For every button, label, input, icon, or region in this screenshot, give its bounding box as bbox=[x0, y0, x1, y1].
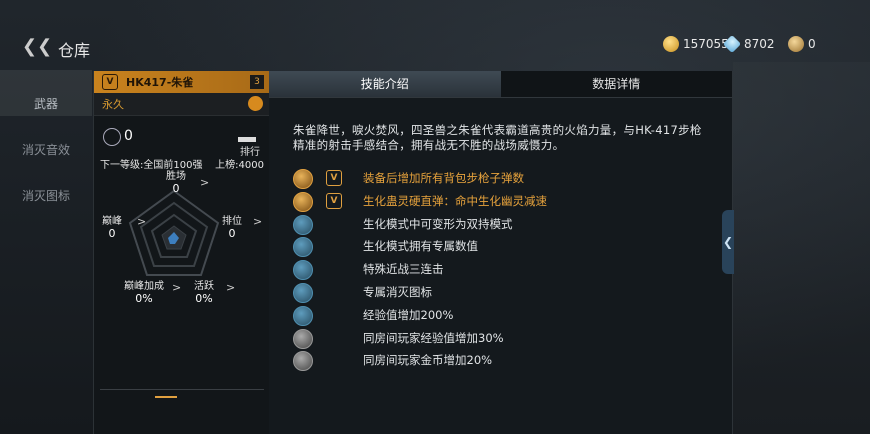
kill-mark-icon bbox=[293, 282, 313, 303]
skill-text: 装备后增加所有背包步枪子弹数 bbox=[363, 171, 524, 185]
exp-icon bbox=[293, 305, 313, 326]
kill-count: 0 bbox=[124, 128, 133, 144]
back-chevron-icon[interactable]: ❮❮ bbox=[22, 36, 52, 57]
fire-emblem-icon bbox=[248, 96, 263, 111]
radar-activity-value: 0% bbox=[195, 292, 213, 305]
ranking-icon[interactable] bbox=[238, 126, 256, 142]
transform-icon bbox=[293, 214, 313, 235]
crosshair-icon bbox=[103, 128, 121, 146]
skill-list: V 装备后增加所有背包步枪子弹数 V 生化蛊灵硬直弹：命中生化幽灵减速 生化模式中可变形… bbox=[293, 167, 723, 372]
skill-item: 专属消灭图标 bbox=[293, 281, 723, 304]
skill-text: 同房间玩家经验值增加30% bbox=[363, 330, 504, 345]
weapon-level: 3 bbox=[250, 75, 264, 89]
skill-text: 专属消灭图标 bbox=[363, 284, 432, 299]
skill-text: 生化模式拥有专属数值 bbox=[363, 239, 478, 254]
radar-chart: 胜场 0 > 巅峰 0 > 排位 0 > 巅峰加成 0% > 活跃 0% > bbox=[100, 169, 264, 319]
weapon-card: V HK417-朱雀 3 永久 0 排行 下一等级:全国前100强 上榜:400… bbox=[93, 71, 270, 434]
radar-ranking[interactable]: 排位 0 bbox=[222, 216, 242, 240]
radar-peak-label: 巅峰 bbox=[102, 216, 122, 227]
melee-icon bbox=[293, 260, 313, 281]
radar-ranking-label: 排位 bbox=[222, 216, 242, 227]
weapon-description: 朱雀降世，唳火焚风，四圣兽之朱雀代表霸道高贵的火焰力量，与HK-417步枪精准的… bbox=[293, 123, 702, 152]
collapse-panel-handle[interactable]: ❮ bbox=[722, 210, 734, 274]
skill-item: 同房间玩家金币增加20% bbox=[293, 349, 723, 372]
radar-peak-bonus-label: 巅峰加成 bbox=[124, 281, 164, 292]
sidebar-item-kill-sound[interactable]: 消灭音效 bbox=[0, 116, 92, 162]
weapon-stats: 0 排行 下一等级:全国前100强 上榜:4000 bbox=[100, 126, 264, 172]
diamond-icon bbox=[722, 34, 742, 54]
duration-row: 永久 bbox=[94, 93, 270, 116]
skill-item: 经验值增加200% bbox=[293, 304, 723, 327]
radar-peak-bonus-value: 0% bbox=[135, 292, 153, 305]
skill-text: 经验值增加200% bbox=[363, 307, 454, 322]
stats-icon bbox=[293, 237, 313, 258]
radar-wins-label: 胜场 bbox=[166, 171, 186, 182]
tab-data[interactable]: 数据详情 bbox=[500, 71, 732, 97]
background-scene bbox=[733, 62, 870, 434]
skill-text: 生化蛊灵硬直弹：命中生化幽灵减速 bbox=[363, 193, 547, 208]
detail-panel: 技能介绍 数据详情 朱雀降世，唳火焚风，四圣兽之朱雀代表霸道高贵的火焰力量，与H… bbox=[269, 71, 733, 434]
tab-bar: 技能介绍 数据详情 bbox=[269, 71, 732, 98]
radar-peak-bonus[interactable]: 巅峰加成 0% bbox=[124, 281, 164, 305]
chevron-right-icon: > bbox=[137, 215, 147, 228]
skill-item: 特殊近战三连击 bbox=[293, 258, 723, 281]
page-indicator bbox=[155, 396, 177, 398]
sidebar-item-kill-icon[interactable]: 消灭图标 bbox=[0, 162, 92, 208]
vip-badge: V bbox=[326, 170, 342, 186]
page-title: 仓库 bbox=[58, 41, 91, 60]
divider bbox=[100, 389, 264, 390]
gold-coin-icon bbox=[663, 36, 679, 52]
tab-skills[interactable]: 技能介绍 bbox=[269, 71, 501, 97]
sidebar-item-weapons[interactable]: 武器 bbox=[0, 70, 92, 116]
sidebar: 武器 消灭音效 消灭图标 bbox=[0, 70, 92, 208]
gold-counter: 157055 bbox=[663, 36, 729, 52]
radar-wins[interactable]: 胜场 0 bbox=[166, 171, 186, 195]
radar-ranking-value: 0 bbox=[228, 227, 236, 240]
skill-text: 特殊近战三连击 bbox=[363, 262, 444, 277]
chevron-right-icon: > bbox=[172, 281, 182, 294]
skill-item: V 生化蛊灵硬直弹：命中生化幽灵减速 bbox=[293, 190, 723, 213]
skill-item: 同房间玩家经验值增加30% bbox=[293, 327, 723, 350]
chevron-left-icon: ❮ bbox=[722, 235, 734, 249]
chevron-right-icon: > bbox=[226, 281, 236, 294]
top-bar: ❮❮ 仓库 157055 8702 0 bbox=[0, 0, 870, 62]
gold-amount: 157055 bbox=[683, 37, 729, 51]
diamond-amount: 8702 bbox=[744, 37, 775, 51]
weapon-name: HK417-朱雀 bbox=[126, 76, 194, 89]
medal-amount: 0 bbox=[808, 37, 816, 51]
coin-room-icon bbox=[293, 351, 313, 372]
vip-badge: V bbox=[102, 74, 118, 90]
chevron-right-icon: > bbox=[253, 215, 263, 228]
skill-text: 同房间玩家金币增加20% bbox=[363, 353, 493, 368]
duration-label: 永久 bbox=[102, 98, 124, 111]
radar-activity-label: 活跃 bbox=[194, 281, 214, 292]
skill-text: 生化模式中可变形为双持模式 bbox=[363, 216, 513, 231]
medal-icon bbox=[788, 36, 804, 52]
rifle-icon bbox=[293, 169, 313, 189]
radar-wins-value: 0 bbox=[172, 182, 180, 195]
radar-peak[interactable]: 巅峰 0 bbox=[102, 216, 122, 240]
skill-item: 生化模式中可变形为双持模式 bbox=[293, 213, 723, 236]
bullet-icon bbox=[293, 191, 313, 212]
medal-counter: 0 bbox=[788, 36, 816, 52]
chevron-right-icon: > bbox=[200, 176, 210, 189]
skill-item: 生化模式拥有专属数值 bbox=[293, 235, 723, 258]
radar-peak-value: 0 bbox=[108, 227, 116, 240]
radar-activity[interactable]: 活跃 0% bbox=[194, 281, 214, 305]
diamond-counter: 8702 bbox=[722, 34, 775, 54]
vip-badge: V bbox=[326, 192, 342, 209]
skill-item: V 装备后增加所有背包步枪子弹数 bbox=[293, 167, 723, 190]
exp-room-icon bbox=[293, 328, 313, 349]
weapon-card-header: V HK417-朱雀 3 bbox=[94, 71, 270, 93]
